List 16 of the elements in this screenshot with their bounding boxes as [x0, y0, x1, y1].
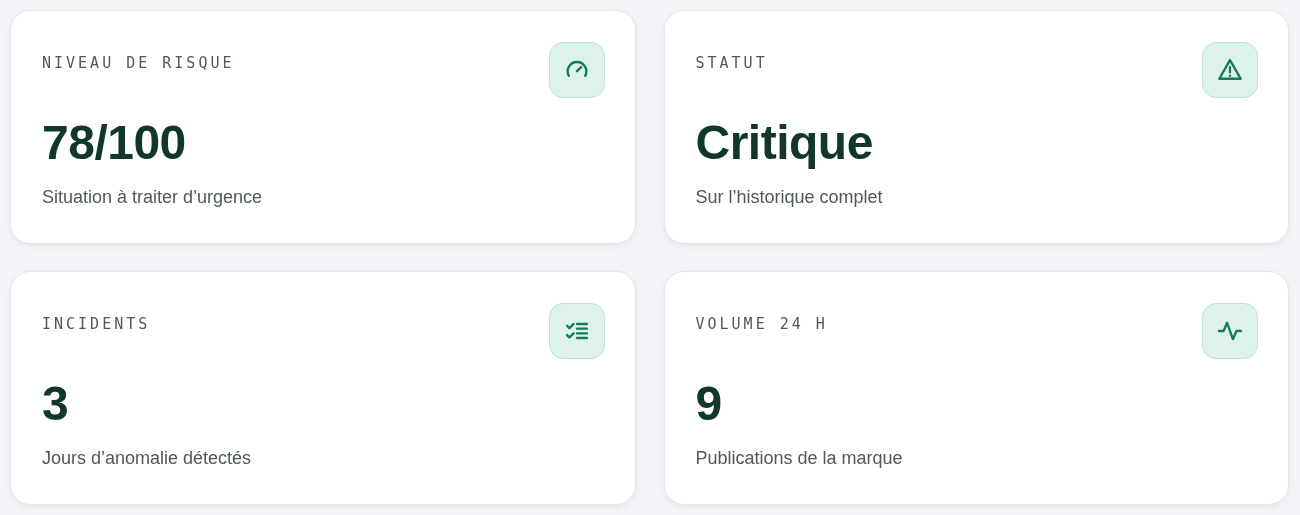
card-label: INCIDENTS — [42, 314, 152, 334]
checklist-icon — [548, 303, 605, 359]
card-label: VOLUME 24 H — [695, 314, 829, 334]
card-value: Critique — [695, 115, 874, 171]
card-value: 78/100 — [42, 115, 187, 171]
gauge-icon — [548, 42, 605, 98]
warning-icon — [1202, 42, 1258, 98]
card-caption: Situation à traiter d’urgence — [42, 186, 264, 209]
card-caption: Publications de la marque — [695, 447, 904, 470]
card-caption: Sur l’historique complet — [695, 186, 884, 209]
card-value: 9 — [695, 376, 723, 432]
card-value: 3 — [42, 376, 70, 432]
card-label: STATUT — [695, 53, 769, 73]
card-label: NIVEAU DE RISQUE — [42, 53, 236, 73]
pulse-icon — [1202, 303, 1258, 359]
card-caption: Jours d’anomalie détectés — [42, 447, 253, 470]
